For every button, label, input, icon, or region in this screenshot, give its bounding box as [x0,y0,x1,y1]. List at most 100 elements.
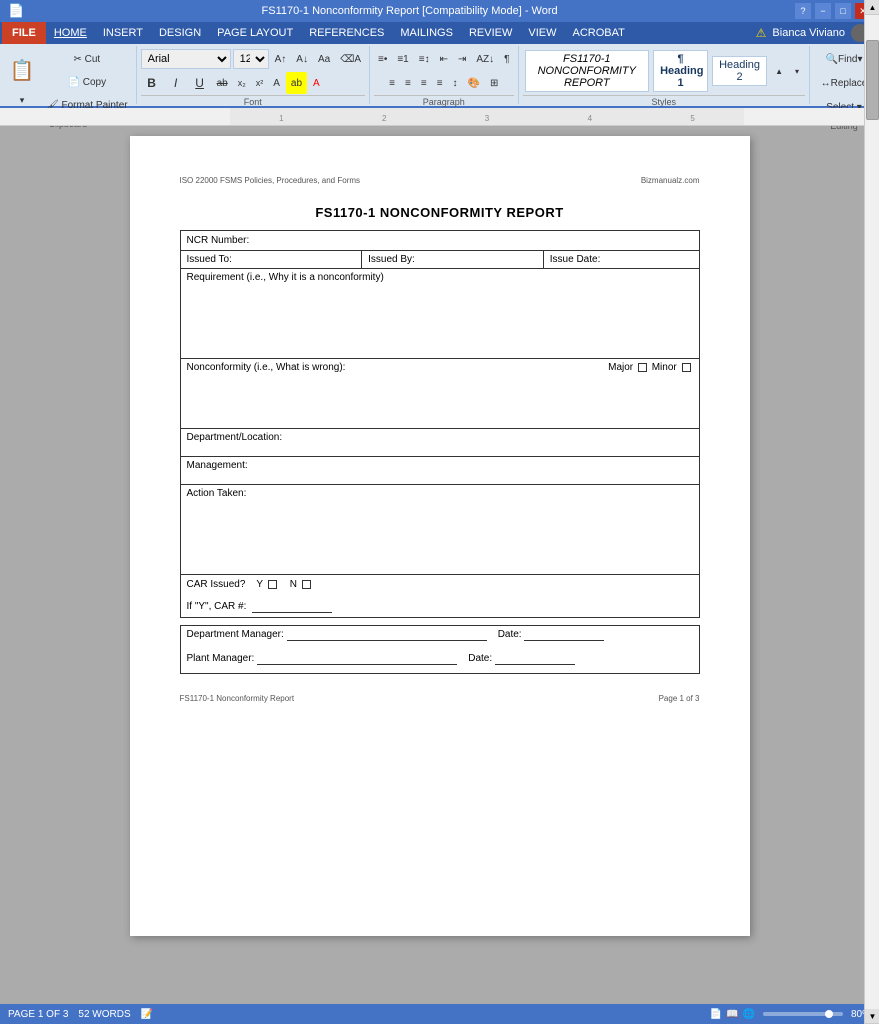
font-color-button[interactable]: A [309,72,324,94]
page-layout-menu[interactable]: PAGE LAYOUT [209,22,301,44]
borders-button[interactable]: ⊞ [486,72,502,94]
nonconformity-row: Nonconformity (i.e., What is wrong): Maj… [180,359,699,429]
align-center-button[interactable]: ≡ [401,72,415,94]
car-n-checkbox[interactable] [302,580,311,589]
maximize-button[interactable]: □ [835,3,851,19]
action-cell: Action Taken: [180,485,699,575]
plant-date-label: Date: [468,653,492,664]
dept-row: Department/Location: [180,429,699,457]
font-section: Arial 12 A↑ A↓ Aa ⌫A B I U ab x₂ x² [137,46,370,104]
file-menu[interactable]: FILE [2,22,46,44]
font-family-select[interactable]: Arial [141,49,231,69]
paste-button[interactable]: 📋 [4,53,40,89]
scroll-down-arrow[interactable]: ▼ [865,1009,879,1024]
web-layout-icon[interactable]: 🌐 [743,1009,755,1020]
user-name: Bianca Viviano [772,27,845,39]
highlight-button[interactable]: ab [286,72,307,94]
major-checkbox[interactable] [638,363,647,372]
plant-date-field[interactable] [495,653,575,665]
italic-button[interactable]: I [165,72,187,94]
view-menu[interactable]: VIEW [520,22,564,44]
increase-indent-button[interactable]: ⇥ [454,48,470,70]
justify-button[interactable]: ≡ [433,72,447,94]
references-menu[interactable]: REFERENCES [301,22,392,44]
issued-to-cell: Issued To: [180,251,362,269]
footer-right: Page 1 of 3 [659,694,700,703]
multilevel-button[interactable]: ≡↕ [415,48,434,70]
car-n-label: N [290,579,297,590]
subscript-button[interactable]: x₂ [234,72,250,94]
major-label: Major [608,362,633,373]
car-y-checkbox[interactable] [268,580,277,589]
insert-menu[interactable]: INSERT [95,22,151,44]
help-button[interactable]: ? [795,3,811,19]
workspace: ISO 22000 FSMS Policies, Procedures, and… [0,126,879,946]
minimize-button[interactable]: − [815,3,831,19]
superscript-button[interactable]: x² [252,72,268,94]
design-menu[interactable]: DESIGN [151,22,209,44]
styles-section: FS1170-1 NONCONFORMITY REPORT ¶ Heading … [519,46,810,104]
sort-button[interactable]: AZ↓ [472,48,498,70]
clipboard-section: 📋 ▾ ✂ Cut 📄 Copy 🖌 Format Painter Clipbo… [0,46,137,104]
acrobat-menu[interactable]: ACROBAT [564,22,632,44]
text-effects-button[interactable]: A [269,72,284,94]
styles-scroll-up[interactable]: ▲ [771,60,787,82]
shading-button[interactable]: 🎨 [464,72,484,94]
underline-button[interactable]: U [189,72,211,94]
management-row: Management: [180,457,699,485]
car-number-field[interactable] [252,601,332,613]
plant-manager-field[interactable] [257,653,457,665]
requirement-label: Requirement (i.e., Why it is a nonconfor… [187,272,384,283]
scroll-thumb[interactable] [866,40,879,120]
ncr-cell: NCR Number: [180,231,699,251]
minor-label: Minor [652,362,677,373]
full-read-icon[interactable]: 📖 [726,1009,738,1020]
requirement-row: Requirement (i.e., Why it is a nonconfor… [180,269,699,359]
ncr-label: NCR Number: [187,235,250,246]
align-left-button[interactable]: ≡ [385,72,399,94]
print-layout-icon[interactable]: 📄 [710,1009,722,1020]
bold-button[interactable]: B [141,72,163,94]
styles-more[interactable]: ▾ [791,60,803,82]
increase-font-button[interactable]: A↑ [271,48,291,70]
dept-manager-label: Department Manager: [187,629,284,640]
font-size-select[interactable]: 12 [233,49,269,69]
zoom-slider[interactable] [763,1012,843,1016]
car-y-label: Y [256,579,263,590]
review-menu[interactable]: REVIEW [461,22,520,44]
heading2-style[interactable]: Heading 2 [712,56,767,86]
page-info: PAGE 1 OF 3 [8,1009,68,1020]
line-spacing-button[interactable]: ↕ [449,72,462,94]
emphasis-style[interactable]: FS1170-1 NONCONFORMITY REPORT [525,50,650,92]
strikethrough-button[interactable]: ab [213,72,232,94]
cut-button[interactable]: ✂ Cut [42,48,132,70]
requirement-cell: Requirement (i.e., Why it is a nonconfor… [180,269,699,359]
ruler: 12345 [0,108,879,126]
align-right-button[interactable]: ≡ [417,72,431,94]
copy-button[interactable]: 📄 Copy [42,71,132,93]
decrease-font-button[interactable]: A↓ [292,48,312,70]
clear-format-button[interactable]: ⌫A [336,48,365,70]
page-footer: FS1170-1 Nonconformity Report Page 1 of … [180,694,700,703]
dept-date-field[interactable] [524,629,604,641]
scroll-up-arrow[interactable]: ▲ [865,0,879,15]
page-header: ISO 22000 FSMS Policies, Procedures, and… [180,176,700,185]
change-case-button[interactable]: Aa [314,48,334,70]
window-title: FS1170-1 Nonconformity Report [Compatibi… [24,5,795,17]
dept-manager-field[interactable] [287,629,487,641]
word-count: 52 WORDS [78,1009,130,1020]
heading1-style[interactable]: ¶ Heading 1 [653,50,708,92]
action-taken-label: Action Taken: [187,488,247,499]
bullets-button[interactable]: ≡• [374,48,391,70]
decrease-indent-button[interactable]: ⇤ [436,48,452,70]
warning-icon: ⚠ [756,26,767,40]
scrollbar[interactable]: ▲ ▼ [864,0,879,1024]
minor-checkbox[interactable] [682,363,691,372]
issued-row: Issued To: Issued By: Issue Date: [180,251,699,269]
mailings-menu[interactable]: MAILINGS [392,22,461,44]
issued-by-label: Issued By: [368,254,415,265]
numbering-button[interactable]: ≡1 [393,48,412,70]
management-label: Management: [187,460,248,471]
show-marks-button[interactable]: ¶ [500,48,513,70]
home-menu[interactable]: HOME [46,22,95,44]
